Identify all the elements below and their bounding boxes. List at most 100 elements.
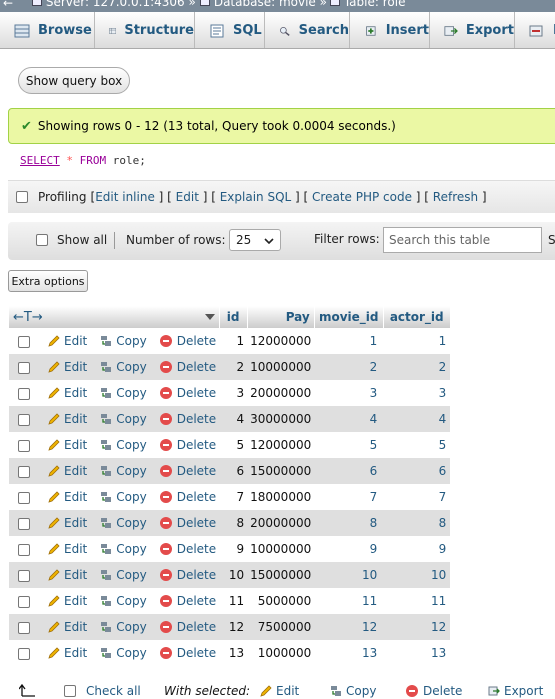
row-copy-button[interactable]: Copy: [100, 542, 147, 556]
row-delete-button[interactable]: Delete: [159, 334, 216, 348]
cell-movie-id[interactable]: 2: [314, 354, 384, 380]
column-resize-icon[interactable]: ←T→: [13, 310, 43, 325]
column-header-id[interactable]: id: [219, 306, 248, 328]
cell-actor-id[interactable]: 3: [383, 380, 451, 406]
show-all-checkbox[interactable]: [36, 234, 48, 246]
row-edit-button[interactable]: Edit: [48, 594, 87, 608]
cell-movie-id[interactable]: 9: [314, 536, 384, 562]
row-edit-button[interactable]: Edit: [48, 412, 87, 426]
number-of-rows-select[interactable]: 25: [229, 229, 281, 251]
sql-keyword-from[interactable]: FROM: [80, 154, 107, 167]
edit-link[interactable]: Edit: [176, 190, 199, 204]
tab-structure[interactable]: Structure: [95, 12, 195, 48]
row-edit-button[interactable]: Edit: [48, 386, 87, 400]
cell-movie-id[interactable]: 11: [314, 588, 384, 614]
column-header-movie-id[interactable]: movie_id: [314, 306, 384, 328]
cell-actor-id[interactable]: 7: [383, 484, 451, 510]
row-checkbox[interactable]: [18, 335, 30, 348]
row-delete-button[interactable]: Delete: [159, 360, 216, 374]
explain-sql-link[interactable]: Explain SQL: [220, 190, 292, 204]
row-delete-button[interactable]: Delete: [159, 438, 216, 452]
extra-options-button[interactable]: Extra options: [8, 270, 88, 292]
row-checkbox[interactable]: [18, 517, 30, 530]
row-checkbox[interactable]: [18, 361, 30, 374]
cell-actor-id[interactable]: 4: [383, 406, 451, 432]
row-delete-button[interactable]: Delete: [159, 386, 216, 400]
row-checkbox[interactable]: [18, 595, 30, 608]
tab-export[interactable]: Export: [430, 12, 515, 48]
row-checkbox[interactable]: [18, 439, 30, 452]
row-copy-button[interactable]: Copy: [100, 490, 147, 504]
row-delete-button[interactable]: Delete: [159, 620, 216, 634]
cell-actor-id[interactable]: 9: [383, 536, 451, 562]
row-copy-button[interactable]: Copy: [100, 334, 147, 348]
row-copy-button[interactable]: Copy: [100, 646, 147, 660]
row-checkbox[interactable]: [18, 647, 30, 660]
row-edit-button[interactable]: Edit: [48, 334, 87, 348]
row-copy-button[interactable]: Copy: [100, 516, 147, 530]
row-delete-button[interactable]: Delete: [159, 490, 216, 504]
bottom-delete-button[interactable]: Delete: [406, 684, 462, 698]
cell-movie-id[interactable]: 6: [314, 458, 384, 484]
row-edit-button[interactable]: Edit: [48, 568, 87, 582]
edit-inline-link[interactable]: Edit inline: [95, 190, 155, 204]
row-checkbox[interactable]: [18, 413, 30, 426]
show-query-box-button[interactable]: Show query box: [18, 67, 130, 94]
cell-actor-id[interactable]: 10: [383, 562, 451, 588]
row-delete-button[interactable]: Delete: [159, 542, 216, 556]
row-copy-button[interactable]: Copy: [100, 360, 147, 374]
row-edit-button[interactable]: Edit: [48, 646, 87, 660]
back-arrow-icon[interactable]: ←: [3, 0, 13, 9]
cell-actor-id[interactable]: 11: [383, 588, 451, 614]
breadcrumb-database[interactable]: Database: movie »: [200, 0, 327, 8]
cell-actor-id[interactable]: 6: [383, 458, 451, 484]
row-checkbox[interactable]: [18, 491, 30, 504]
column-header-actor-id[interactable]: actor_id: [383, 306, 451, 328]
cell-movie-id[interactable]: 5: [314, 432, 384, 458]
row-checkbox[interactable]: [18, 569, 30, 582]
cell-movie-id[interactable]: 12: [314, 614, 384, 640]
sort-menu-icon[interactable]: [204, 314, 215, 320]
row-edit-button[interactable]: Edit: [48, 464, 87, 478]
row-copy-button[interactable]: Copy: [100, 412, 147, 426]
sql-keyword-select[interactable]: SELECT: [20, 154, 60, 167]
cell-actor-id[interactable]: 8: [383, 510, 451, 536]
tab-sql[interactable]: SQL: [195, 12, 265, 48]
cell-actor-id[interactable]: 13: [383, 640, 451, 666]
row-delete-button[interactable]: Delete: [159, 412, 216, 426]
search-table-input[interactable]: Search this table: [383, 227, 542, 253]
cell-movie-id[interactable]: 1: [314, 328, 384, 354]
breadcrumb-server[interactable]: Server: 127.0.0.1:4306 »: [32, 0, 196, 8]
row-copy-button[interactable]: Copy: [100, 594, 147, 608]
cell-movie-id[interactable]: 7: [314, 484, 384, 510]
bottom-copy-button[interactable]: Copy: [330, 684, 376, 698]
bottom-edit-button[interactable]: Edit: [260, 684, 299, 698]
row-edit-button[interactable]: Edit: [48, 360, 87, 374]
row-edit-button[interactable]: Edit: [48, 490, 87, 504]
row-copy-button[interactable]: Copy: [100, 568, 147, 582]
cell-movie-id[interactable]: 13: [314, 640, 384, 666]
row-copy-button[interactable]: Copy: [100, 620, 147, 634]
refresh-link[interactable]: Refresh: [433, 190, 478, 204]
row-copy-button[interactable]: Copy: [100, 438, 147, 452]
row-delete-button[interactable]: Delete: [159, 594, 216, 608]
row-edit-button[interactable]: Edit: [48, 620, 87, 634]
cell-actor-id[interactable]: 1: [383, 328, 451, 354]
column-header-pay[interactable]: Pay: [247, 306, 315, 328]
tab-insert[interactable]: Insert: [350, 12, 430, 48]
cell-movie-id[interactable]: 10: [314, 562, 384, 588]
check-all-label[interactable]: Check all: [86, 684, 141, 698]
row-checkbox[interactable]: [18, 543, 30, 556]
cell-actor-id[interactable]: 5: [383, 432, 451, 458]
cell-actor-id[interactable]: 12: [383, 614, 451, 640]
row-delete-button[interactable]: Delete: [159, 516, 216, 530]
row-checkbox[interactable]: [18, 465, 30, 478]
row-checkbox[interactable]: [18, 621, 30, 634]
row-delete-button[interactable]: Delete: [159, 464, 216, 478]
row-delete-button[interactable]: Delete: [159, 568, 216, 582]
row-edit-button[interactable]: Edit: [48, 516, 87, 530]
row-copy-button[interactable]: Copy: [100, 386, 147, 400]
check-all-checkbox[interactable]: [64, 685, 76, 697]
row-copy-button[interactable]: Copy: [100, 464, 147, 478]
tab-search[interactable]: Search: [265, 12, 350, 48]
